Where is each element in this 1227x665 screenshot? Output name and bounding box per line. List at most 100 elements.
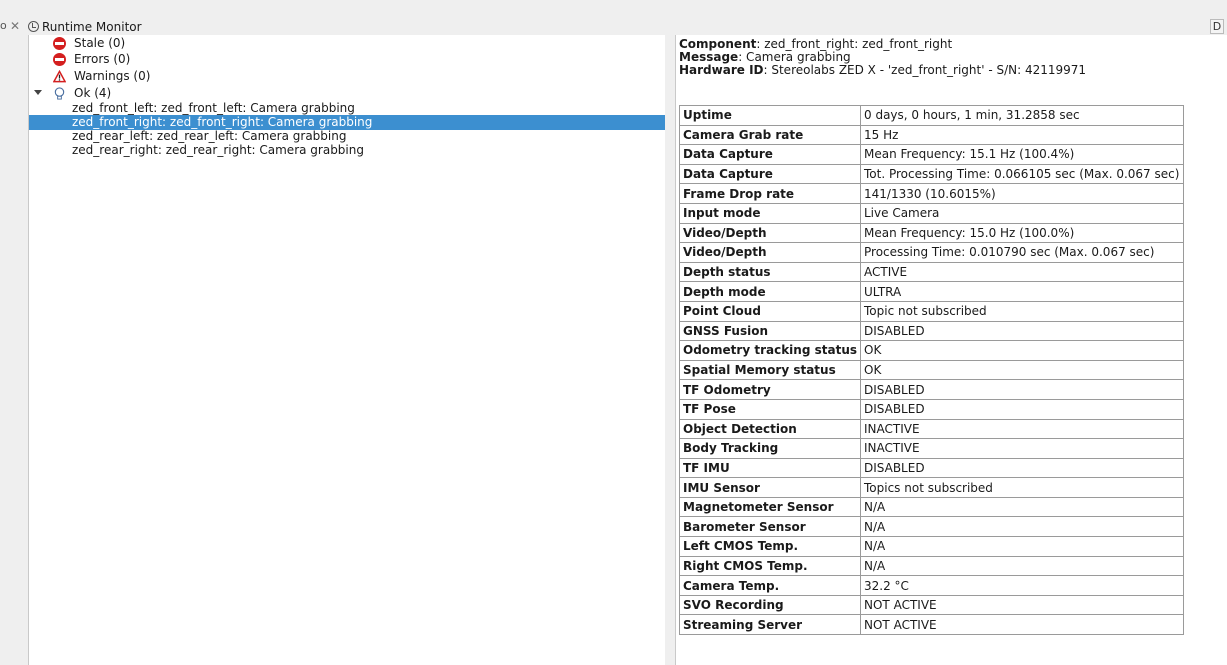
table-row: Right CMOS Temp. N/A: [679, 555, 1184, 577]
stat-key: Left CMOS Temp.: [679, 536, 861, 557]
stat-key: Depth status: [679, 261, 861, 283]
tree-item-stale-label: Stale (0): [74, 36, 126, 50]
table-row: Spatial Memory status OK: [679, 359, 1184, 381]
table-row: SVO Recording NOT ACTIVE: [679, 594, 1184, 616]
tree-child-label: zed_front_right: zed_front_right: Camera…: [72, 115, 373, 129]
table-row: Magnetometer Sensor N/A: [679, 496, 1184, 518]
stat-key: SVO Recording: [679, 594, 861, 616]
table-row: Barometer Sensor N/A: [679, 516, 1184, 538]
stat-key: Right CMOS Temp.: [679, 555, 861, 577]
table-row: Video/Depth Mean Frequency: 15.0 Hz (100.…: [679, 222, 1184, 244]
stat-value: INACTIVE: [860, 438, 1184, 459]
table-row: GNSS Fusion DISABLED: [679, 320, 1184, 342]
no-entry-icon: [53, 53, 66, 66]
pane-splitter[interactable]: [665, 35, 675, 665]
tree-child-label: zed_rear_left: zed_rear_left: Camera gra…: [72, 129, 347, 143]
stat-key: IMU Sensor: [679, 477, 861, 498]
dock-button[interactable]: D: [1210, 19, 1224, 34]
tree-item-errors-label: Errors (0): [74, 52, 131, 66]
tab-runtime-monitor[interactable]: Runtime Monitor: [28, 19, 142, 34]
stats-table-body: Uptime 0 days, 0 hours, 1 min, 31.2858 se…: [679, 105, 1184, 636]
stat-key: Point Cloud: [679, 300, 861, 322]
stat-key: Frame Drop rate: [679, 183, 861, 204]
stat-key: Video/Depth: [679, 242, 861, 263]
details-header: Component: zed_front_right: zed_front_ri…: [679, 38, 1086, 77]
stat-value: N/A: [860, 496, 1184, 518]
stat-key: GNSS Fusion: [679, 320, 861, 342]
hardware-line: Hardware ID: Stereolabs ZED X - 'zed_fro…: [679, 64, 1086, 77]
tree-item-ok-label: Ok (4): [74, 86, 112, 100]
stat-key: Video/Depth: [679, 222, 861, 244]
stat-key: Camera Temp.: [679, 575, 861, 596]
table-row: Uptime 0 days, 0 hours, 1 min, 31.2858 se…: [679, 105, 1184, 126]
panel-edge-glyph: o: [0, 19, 7, 32]
stat-key: Streaming Server: [679, 614, 861, 636]
stat-value: DISABLED: [860, 379, 1184, 400]
stat-value: 0 days, 0 hours, 1 min, 31.2858 sec: [860, 105, 1184, 126]
stat-key: TF IMU: [679, 457, 861, 479]
table-row: Point Cloud Topic not subscribed: [679, 300, 1184, 322]
table-row: Camera Grab rate 15 Hz: [679, 124, 1184, 146]
warning-icon: [53, 70, 66, 83]
stat-key: Uptime: [679, 105, 861, 126]
tree-item-errors[interactable]: Errors (0): [29, 52, 665, 67]
stat-value: Live Camera: [860, 202, 1184, 224]
stat-value: N/A: [860, 555, 1184, 577]
stat-value: Topic not subscribed: [860, 300, 1184, 322]
tree-item-stale[interactable]: Stale (0): [29, 36, 665, 51]
tree-child-item[interactable]: zed_rear_right: zed_rear_right: Camera g…: [29, 143, 665, 158]
table-row: Frame Drop rate 141/1330 (10.6015%): [679, 183, 1184, 204]
tree-child-item-selected[interactable]: zed_front_right: zed_front_right: Camera…: [29, 115, 665, 130]
message-label: Message: [679, 50, 739, 64]
stat-key: TF Pose: [679, 398, 861, 420]
tree-item-ok[interactable]: Ok (4): [29, 86, 665, 101]
stat-key: Spatial Memory status: [679, 359, 861, 381]
stat-key: Data Capture: [679, 144, 861, 165]
stat-key: Odometry tracking status: [679, 340, 861, 361]
stat-value: N/A: [860, 516, 1184, 538]
table-row: Data Capture Mean Frequency: 15.1 Hz (100…: [679, 144, 1184, 165]
stat-value: DISABLED: [860, 320, 1184, 342]
stat-value: 15 Hz: [860, 124, 1184, 146]
close-icon[interactable]: ✕: [10, 19, 20, 33]
stats-table: Uptime 0 days, 0 hours, 1 min, 31.2858 se…: [679, 105, 1184, 636]
table-row: Depth status ACTIVE: [679, 261, 1184, 283]
tree-child-item[interactable]: zed_front_left: zed_front_left: Camera g…: [29, 101, 665, 116]
stat-value: NOT ACTIVE: [860, 594, 1184, 616]
tree-child-item[interactable]: zed_rear_left: zed_rear_left: Camera gra…: [29, 129, 665, 144]
tree-item-warnings-label: Warnings (0): [74, 69, 151, 83]
stat-value: Tot. Processing Time: 0.066105 sec (Max.…: [860, 163, 1184, 185]
stat-key: Magnetometer Sensor: [679, 496, 861, 518]
stat-key: Depth mode: [679, 281, 861, 302]
table-row: Odometry tracking status OK: [679, 340, 1184, 361]
stat-value: 141/1330 (10.6015%): [860, 183, 1184, 204]
tree-item-warnings[interactable]: Warnings (0): [29, 69, 665, 84]
stat-value: 32.2 °C: [860, 575, 1184, 596]
stat-value: ULTRA: [860, 281, 1184, 302]
table-row: IMU Sensor Topics not subscribed: [679, 477, 1184, 498]
stat-value: Topics not subscribed: [860, 477, 1184, 498]
status-tree: Stale (0) Errors (0) Warnings (0) Ok (4)…: [28, 35, 667, 665]
table-row: Data Capture Tot. Processing Time: 0.0661…: [679, 163, 1184, 185]
stat-key: Input mode: [679, 202, 861, 224]
stat-value: N/A: [860, 536, 1184, 557]
component-label: Component: [679, 37, 757, 51]
table-row: Camera Temp. 32.2 °C: [679, 575, 1184, 596]
table-row: Streaming Server NOT ACTIVE: [679, 614, 1184, 636]
hardware-label: Hardware ID: [679, 63, 764, 77]
lightbulb-icon: [54, 87, 65, 100]
table-row: Video/Depth Processing Time: 0.010790 sec…: [679, 242, 1184, 263]
stat-value: NOT ACTIVE: [860, 614, 1184, 636]
stat-value: DISABLED: [860, 398, 1184, 420]
stat-value: ACTIVE: [860, 261, 1184, 283]
chevron-down-icon[interactable]: [34, 90, 42, 96]
table-row: TF Pose DISABLED: [679, 398, 1184, 420]
tree-child-label: zed_rear_right: zed_rear_right: Camera g…: [72, 143, 364, 157]
table-row: Object Detection INACTIVE: [679, 418, 1184, 440]
stat-value: INACTIVE: [860, 418, 1184, 440]
message-value: : Camera grabbing: [738, 50, 851, 64]
component-value: : zed_front_right: zed_front_right: [756, 37, 953, 51]
no-entry-icon: [53, 37, 66, 50]
table-row: Input mode Live Camera: [679, 202, 1184, 224]
stat-value: OK: [860, 340, 1184, 361]
